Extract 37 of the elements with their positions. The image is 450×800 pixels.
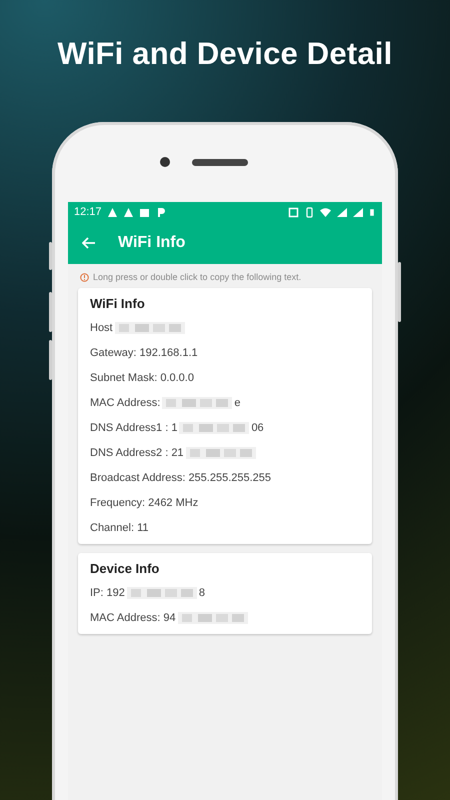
info-row-text[interactable]: e (234, 396, 240, 408)
blurred-value (178, 610, 248, 624)
back-arrow-icon[interactable] (82, 237, 96, 249)
signal-icon (336, 206, 347, 218)
blurred-value (126, 586, 197, 600)
headline: WiFi and Device Detail (58, 36, 392, 72)
blurred-value (179, 420, 250, 434)
blurred-value (114, 320, 185, 334)
signal-icon (352, 206, 363, 218)
battery-icon (368, 206, 376, 218)
warning-icon (122, 206, 134, 218)
info-row-text[interactable]: MAC Address: 94 (90, 612, 176, 624)
info-row-text[interactable]: Subnet Mask: 0.0.0.0 (90, 372, 194, 384)
info-row-text[interactable]: 8 (198, 586, 205, 598)
info-row-text[interactable]: DNS Address1 : 1 (90, 422, 178, 434)
info-row-text[interactable]: IP: 192 (90, 586, 125, 598)
blurred-value (162, 396, 232, 410)
camera-icon (160, 157, 170, 167)
info-row-text[interactable]: 06 (251, 422, 264, 434)
blurred-value (186, 446, 256, 460)
info-icon (80, 272, 89, 282)
wifi-icon (320, 206, 331, 218)
info-row-text[interactable]: Broadcast Address: 255.255.255.255 (90, 472, 272, 484)
speaker-icon (192, 158, 248, 166)
card-title: Device Info (90, 561, 160, 576)
info-row-text[interactable]: DNS Address2 : 21 (90, 446, 184, 458)
info-row-text[interactable]: Channel: 11 (90, 522, 149, 534)
info-row-text[interactable]: Gateway: 192.168.1.1 (90, 346, 198, 358)
app-bar-title: WiFi Info (118, 234, 186, 252)
info-row-text[interactable]: MAC Address: (90, 396, 160, 408)
info-row-text[interactable]: Host (90, 322, 113, 334)
status-time: 12:17 (74, 206, 102, 218)
vibrate-icon (304, 206, 315, 218)
hint-text: Long press or double click to copy the following text. (93, 272, 302, 282)
warning-icon (106, 206, 118, 218)
card-title: WiFi Info (90, 296, 146, 311)
info-row-text[interactable]: Frequency: 2462 MHz (90, 496, 198, 508)
